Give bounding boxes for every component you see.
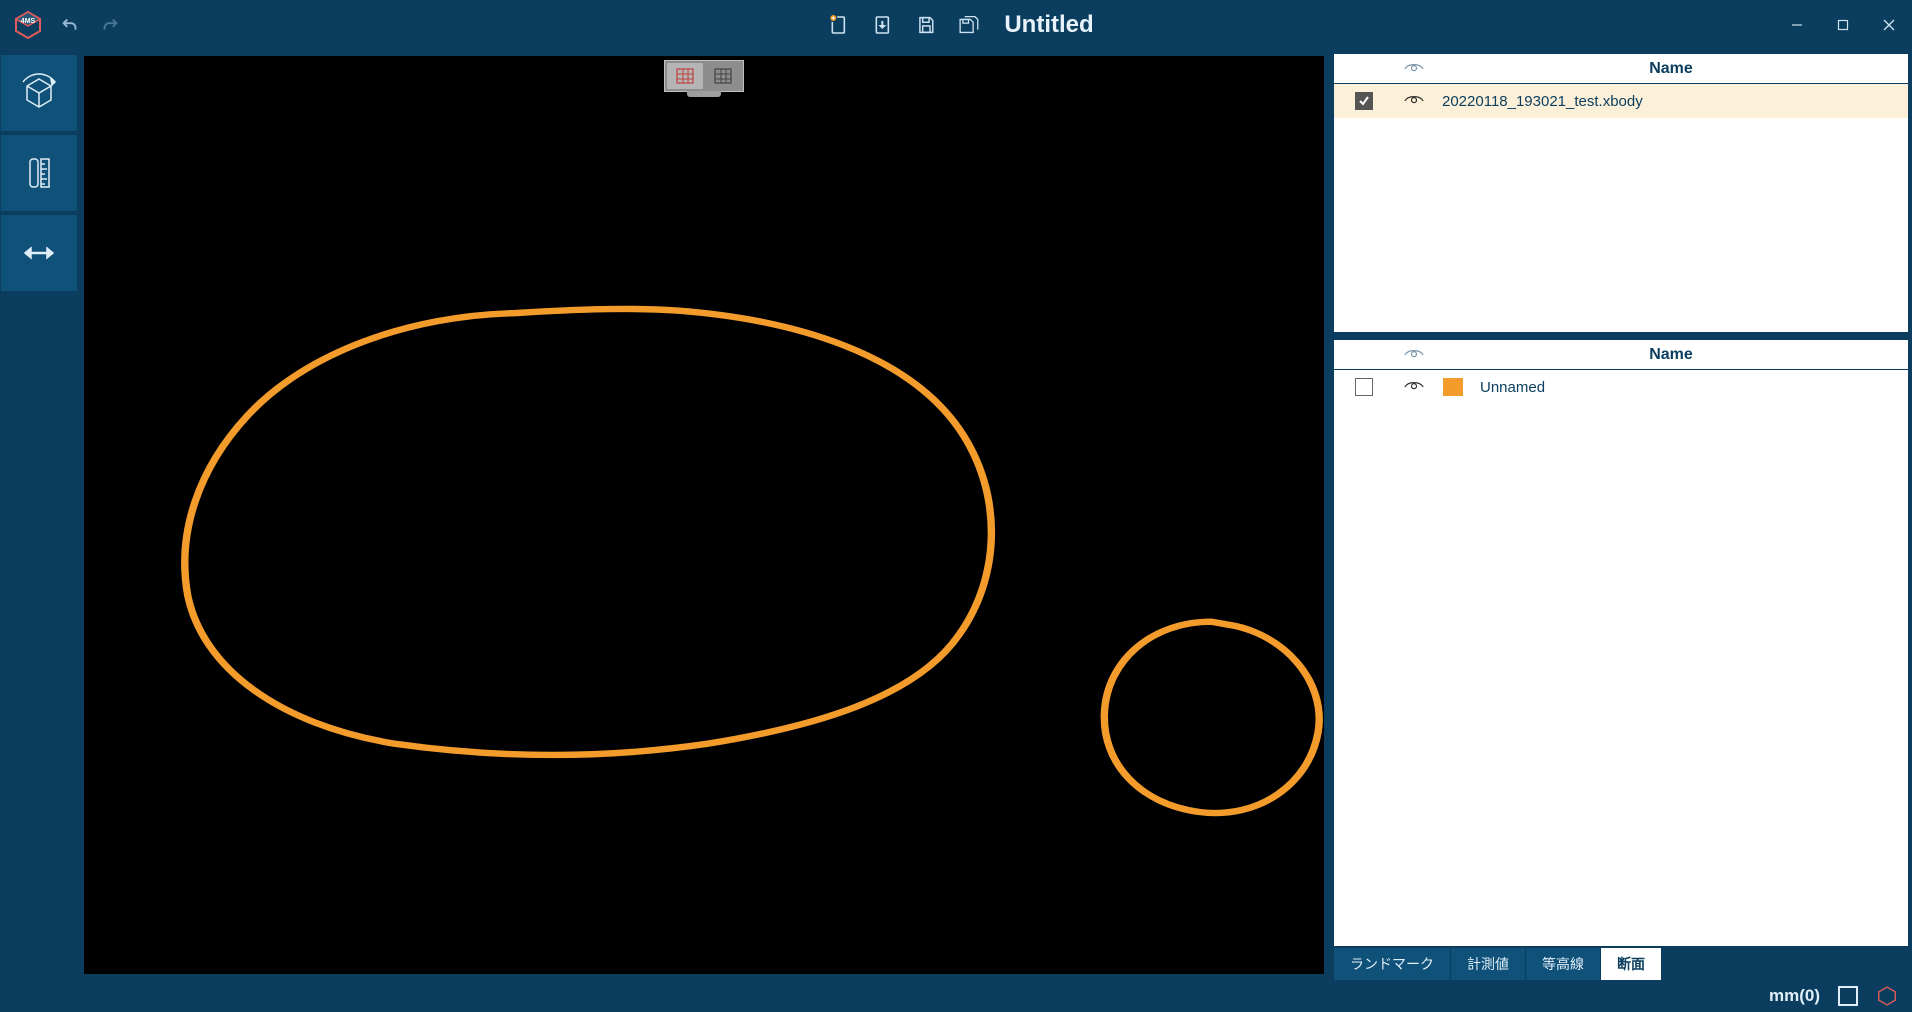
row-color-swatch[interactable] [1434,378,1472,396]
viewport-3d[interactable] [84,56,1324,974]
row-name-label: Unnamed [1472,379,1908,396]
new-file-button[interactable] [818,5,858,45]
redo-button[interactable] [96,11,124,39]
document-title: Untitled [1004,11,1093,39]
header-name-label: Name [1434,60,1908,78]
row-visibility-icon[interactable] [1394,94,1434,108]
open-file-button[interactable] [862,5,902,45]
tab-landmark[interactable]: ランドマーク [1334,948,1451,980]
statusbar: mm(0) [0,980,1912,1012]
items-panel-header: Name [1334,340,1908,370]
minimize-button[interactable] [1774,7,1820,43]
save-file-button[interactable] [906,5,946,45]
tab-bar: ランドマーク 計測値 等高線 断面 [1334,948,1908,980]
view-grid-a-button[interactable] [667,63,703,89]
tab-measurement[interactable]: 計測値 [1451,948,1526,980]
svg-text:4MS: 4MS [21,18,36,25]
titlebar: 4MS Untitled [0,0,1912,50]
titlebar-center: Untitled [818,5,1093,45]
section-curves [84,56,1324,974]
sidebar-fit-button[interactable] [0,214,78,292]
titlebar-left: 4MS [0,9,124,41]
item-row[interactable]: Unnamed [1334,370,1908,404]
window-controls [1774,7,1912,43]
view-toggle-toolbar[interactable] [664,60,744,92]
row-checkbox[interactable] [1334,378,1394,396]
bodies-panel-header: Name [1334,54,1908,84]
header-eye-icon [1394,62,1434,76]
status-app-icon[interactable] [1876,985,1898,1007]
sidebar-measure-button[interactable] [0,134,78,212]
toolbar-drag-handle[interactable] [687,91,721,97]
row-checkbox[interactable] [1334,92,1394,110]
bodies-panel: Name 20220118_193021_test.xbody [1334,54,1908,332]
close-button[interactable] [1866,7,1912,43]
right-pane: Name 20220118_193021_test.xbody Name [1330,50,1912,980]
tab-section[interactable]: 断面 [1601,948,1662,980]
main-area: Name 20220118_193021_test.xbody Name [0,50,1912,980]
status-units[interactable]: mm(0) [1769,986,1820,1006]
status-fullscreen-icon[interactable] [1838,986,1858,1006]
row-visibility-icon[interactable] [1394,380,1434,394]
sidebar [0,50,78,980]
header-eye-icon [1394,348,1434,362]
stage-area [78,50,1330,980]
sidebar-model-button[interactable] [0,54,78,132]
undo-button[interactable] [56,11,84,39]
app-logo-icon[interactable]: 4MS [12,9,44,41]
items-panel: Name Unnamed [1334,336,1908,946]
tab-contour[interactable]: 等高線 [1526,948,1601,980]
view-grid-b-button[interactable] [705,63,741,89]
body-row[interactable]: 20220118_193021_test.xbody [1334,84,1908,118]
maximize-button[interactable] [1820,7,1866,43]
header-name-label: Name [1434,346,1908,364]
save-as-button[interactable] [950,5,990,45]
row-name-label: 20220118_193021_test.xbody [1434,93,1908,110]
